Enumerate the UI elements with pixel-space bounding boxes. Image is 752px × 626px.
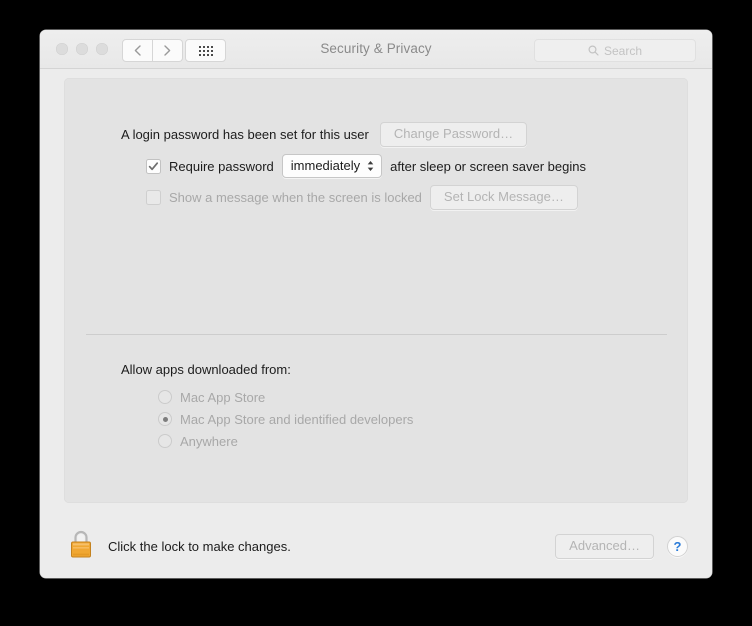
lock-row: Click the lock to make changes. xyxy=(68,529,291,564)
padlock-closed-icon[interactable] xyxy=(68,529,94,564)
search-placeholder: Search xyxy=(603,43,643,58)
general-pane: A login password has been set for this u… xyxy=(64,78,688,503)
require-password-delay-value: immediately xyxy=(290,158,361,173)
lock-caption: Click the lock to make changes. xyxy=(108,539,291,554)
radio-row-mac-app-store[interactable]: Mac App Store xyxy=(158,386,413,408)
advanced-button[interactable]: Advanced… xyxy=(555,534,654,559)
allow-apps-radio-group: Mac App Store Mac App Store and identifi… xyxy=(158,386,413,452)
title-bar: Security & Privacy Search xyxy=(40,30,712,69)
set-lock-message-button[interactable]: Set Lock Message… xyxy=(429,185,578,210)
radio-label-anywhere: Anywhere xyxy=(180,433,238,449)
change-password-button[interactable]: Change Password… xyxy=(379,122,528,147)
require-password-delay-select[interactable]: immediately xyxy=(281,154,383,178)
help-button[interactable]: ? xyxy=(667,536,688,557)
login-password-row: A login password has been set for this u… xyxy=(121,122,528,147)
checkmark-icon xyxy=(148,161,159,170)
radio-mac-app-store[interactable] xyxy=(158,390,172,404)
require-password-checkbox[interactable] xyxy=(146,158,161,174)
radio-label-identified-developers: Mac App Store and identified developers xyxy=(180,411,414,427)
login-password-status: A login password has been set for this u… xyxy=(121,127,369,142)
lock-message-row: Show a message when the screen is locked… xyxy=(146,185,578,210)
section-divider xyxy=(86,334,667,335)
chevron-up-down-icon xyxy=(367,160,374,171)
lock-message-checkbox[interactable] xyxy=(146,190,161,205)
footer-buttons: Advanced… ? xyxy=(555,534,688,559)
lock-message-label: Show a message when the screen is locked xyxy=(169,190,422,205)
allow-apps-heading-row: Allow apps downloaded from: xyxy=(121,362,291,377)
radio-identified-developers[interactable] xyxy=(158,412,172,426)
require-password-label: Require password xyxy=(169,158,274,174)
radio-selected-dot xyxy=(162,416,168,422)
require-password-row: Require password immediately after sleep… xyxy=(146,154,586,178)
radio-label-mac-app-store: Mac App Store xyxy=(180,389,266,405)
require-password-suffix: after sleep or screen saver begins xyxy=(390,158,586,174)
search-icon xyxy=(588,45,599,56)
preferences-window: Security & Privacy Search General FileVa… xyxy=(40,30,712,578)
search-input[interactable]: Search xyxy=(534,39,696,62)
radio-row-identified-developers[interactable]: Mac App Store and identified developers xyxy=(158,408,413,430)
radio-row-anywhere[interactable]: Anywhere xyxy=(158,430,413,452)
allow-apps-heading: Allow apps downloaded from: xyxy=(121,362,291,377)
radio-anywhere[interactable] xyxy=(158,434,172,448)
